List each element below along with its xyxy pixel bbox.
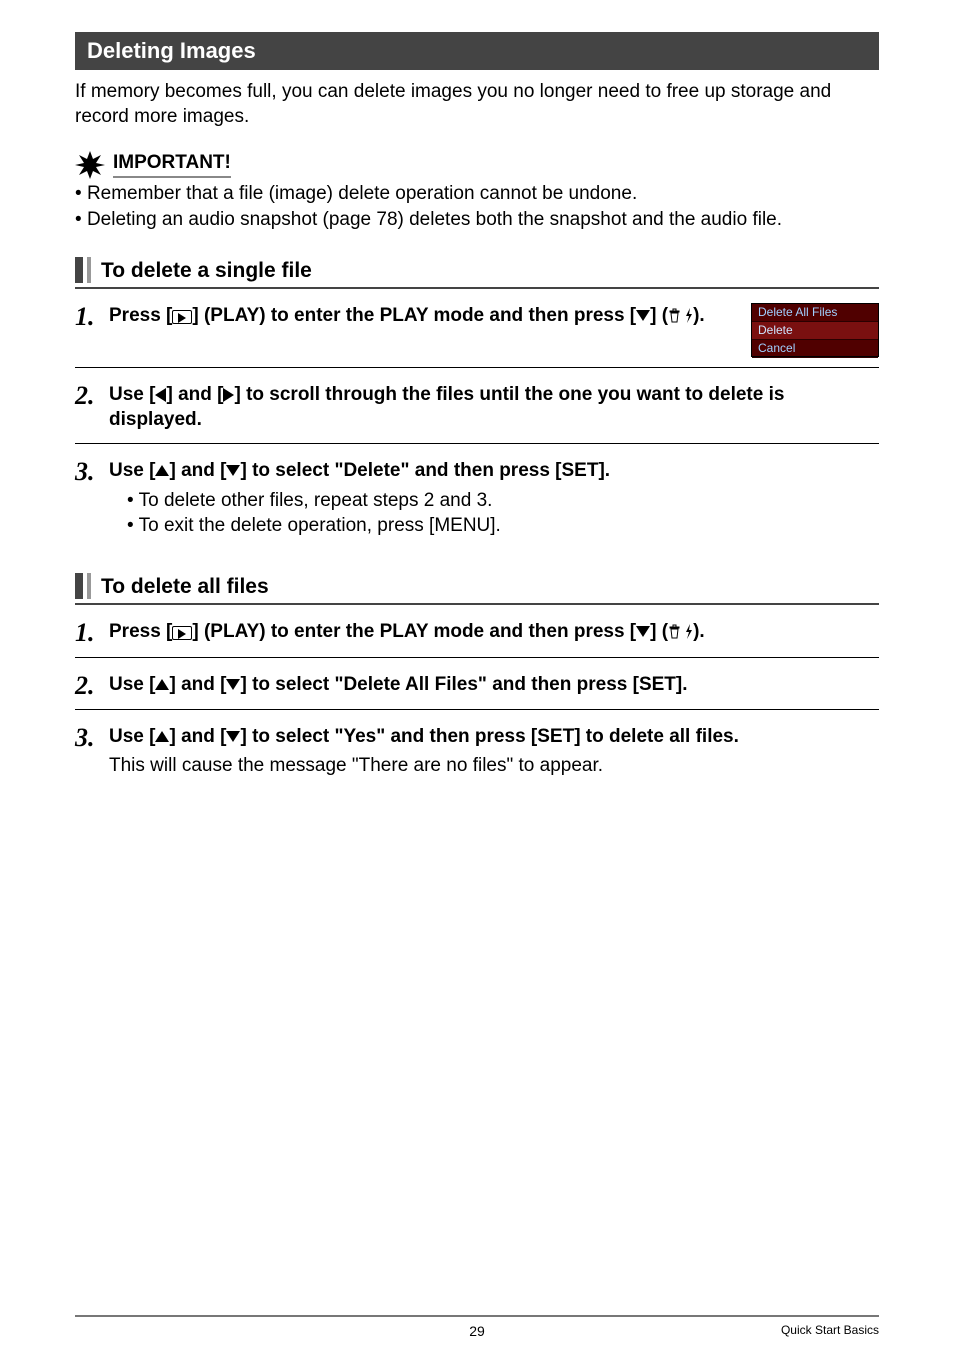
step-body: Press [ ] (PLAY) to enter the PLAY mode a… — [109, 303, 733, 331]
text: ] to select "Yes" and then press [SET] t… — [240, 726, 738, 747]
up-arrow-icon — [155, 465, 169, 476]
all-step-1: 1. Press [ ] (PLAY) to enter the PLAY mod… — [75, 619, 879, 658]
subheader-single-text: To delete a single file — [101, 257, 312, 283]
text: ). — [693, 305, 705, 326]
single-step-1: 1. Press [ ] (PLAY) to enter the PLAY mod… — [75, 303, 879, 368]
up-arrow-icon — [155, 679, 169, 690]
text: ] ( — [650, 305, 668, 326]
step-body: Use [ ] and [ ] to select "Yes" and then p… — [109, 724, 879, 779]
menu-opt-cancel: Cancel — [752, 340, 878, 358]
down-arrow-icon — [226, 731, 240, 742]
play-icon — [172, 305, 192, 331]
text: ] ( — [650, 621, 668, 642]
important-bullet-2: Deleting an audio snapshot (page 78) del… — [75, 207, 879, 233]
step-number: 3. — [75, 724, 109, 751]
section-header: Deleting Images — [75, 32, 879, 70]
up-arrow-icon — [155, 731, 169, 742]
text: ). — [693, 621, 705, 642]
page-number: 29 — [75, 1323, 879, 1339]
subheader-all-text: To delete all files — [101, 573, 269, 599]
left-arrow-icon — [155, 388, 166, 402]
text: ] to select "Delete" and then press [SET… — [240, 460, 610, 481]
text: Use [ — [109, 460, 155, 481]
trash-flash-icon — [668, 624, 693, 639]
all-step-2: 2. Use [ ] and [ ] to select "Delete All F… — [75, 672, 879, 710]
important-bullet-1: Remember that a file (image) delete oper… — [75, 181, 879, 207]
subheader-single: To delete a single file — [75, 257, 879, 289]
trash-flash-icon — [668, 308, 693, 323]
text: Use [ — [109, 674, 155, 695]
step-body: Use [] and [] to scroll through the file… — [109, 382, 879, 433]
text: Use [ — [109, 726, 155, 747]
subheader-all: To delete all files — [75, 573, 879, 605]
delete-menu-screenshot: Delete All Files Delete Cancel — [751, 303, 879, 357]
step3-note-2: To exit the delete operation, press [MEN… — [127, 513, 879, 539]
single-step-3: 3. Use [ ] and [ ] to select "Delete" and … — [75, 458, 879, 549]
down-arrow-icon — [636, 626, 650, 637]
menu-opt-delete: Delete — [752, 322, 878, 340]
text: ] (PLAY) to enter the PLAY mode and then… — [192, 621, 636, 642]
footer-section-label: Quick Start Basics — [781, 1323, 879, 1337]
text: ] (PLAY) to enter the PLAY mode and then… — [192, 305, 636, 326]
intro-text: If memory becomes full, you can delete i… — [75, 80, 879, 129]
down-arrow-icon — [636, 310, 650, 321]
play-icon — [172, 621, 192, 647]
step-number: 1. — [75, 303, 109, 330]
step-body: Use [ ] and [ ] to select "Delete" and the… — [109, 458, 879, 539]
menu-opt-all: Delete All Files — [752, 304, 878, 322]
important-header: IMPORTANT! — [75, 151, 879, 179]
text: Press [ — [109, 305, 172, 326]
step-number: 2. — [75, 382, 109, 409]
down-arrow-icon — [226, 679, 240, 690]
step-number: 3. — [75, 458, 109, 485]
important-label: IMPORTANT! — [113, 152, 231, 178]
right-arrow-icon — [223, 388, 234, 402]
all-step-3: 3. Use [ ] and [ ] to select "Yes" and the… — [75, 724, 879, 789]
step-body: Use [ ] and [ ] to select "Delete All File… — [109, 672, 879, 698]
text: ] to select "Delete All Files" and then … — [240, 674, 687, 695]
text: ] and [ — [169, 460, 226, 481]
text: Press [ — [109, 621, 172, 642]
text: ] and [ — [166, 384, 223, 405]
text: ] and [ — [169, 674, 226, 695]
page-footer: 29 Quick Start Basics — [75, 1315, 879, 1339]
step-number: 1. — [75, 619, 109, 646]
important-bullets: Remember that a file (image) delete oper… — [75, 181, 879, 232]
step3-note: This will cause the message "There are n… — [109, 753, 879, 779]
step-body: Press [ ] (PLAY) to enter the PLAY mode a… — [109, 619, 879, 647]
single-step-2: 2. Use [] and [] to scroll through the f… — [75, 382, 879, 444]
burst-icon — [75, 151, 105, 179]
text: ] and [ — [169, 726, 226, 747]
text: Use [ — [109, 384, 155, 405]
step3-note-1: To delete other files, repeat steps 2 an… — [127, 488, 879, 514]
step-number: 2. — [75, 672, 109, 699]
down-arrow-icon — [226, 465, 240, 476]
